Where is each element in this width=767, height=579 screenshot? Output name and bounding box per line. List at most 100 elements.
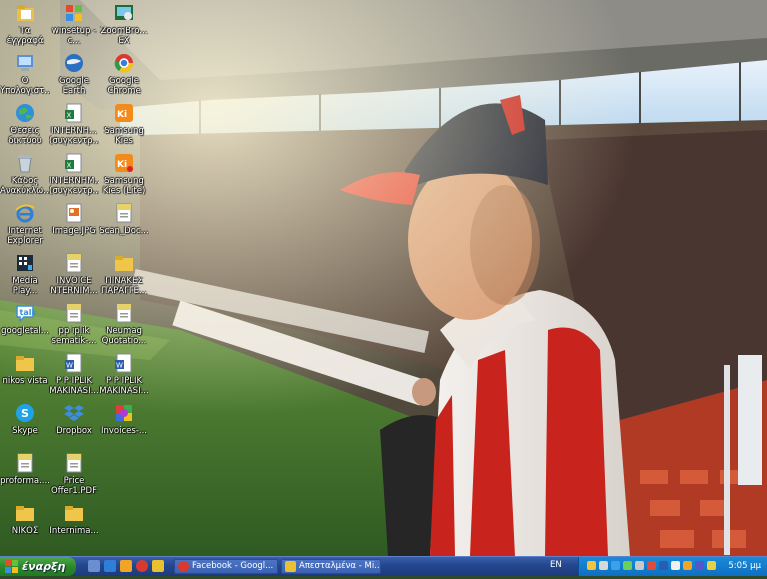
word-file-icon: W: [113, 352, 135, 374]
desktop-icon-label: Media Play...: [12, 276, 38, 296]
desktop-icon-internima[interactable]: Internima...: [49, 502, 99, 536]
tray-volume-icon[interactable]: [635, 561, 644, 570]
windows-flag-icon: [5, 560, 18, 573]
desktop-icon-dropbox[interactable]: Dropbox: [49, 402, 99, 436]
desktop-icon-nikos[interactable]: ΝΙΚΟΣ: [0, 502, 50, 536]
internet-explorer-icon[interactable]: [104, 560, 116, 572]
pdf-file-icon: [14, 452, 36, 474]
google-earth-icon: [63, 52, 85, 74]
desktop-icon-label: INVOICE NTERNIM...: [50, 276, 98, 296]
system-tray: 5:05 μμ: [578, 557, 767, 576]
desktop-icon-internet-doc-1[interactable]: X INTERNH... (συγκεντρ...: [49, 102, 99, 146]
task-button-label: Απεσταλμένα - Mi...: [299, 561, 381, 571]
folder-icon: [63, 502, 85, 524]
desktop-icon-label: Invoices-...: [101, 426, 147, 436]
desktop-icon-label: googletal...: [1, 326, 49, 336]
tray-antivirus-icon[interactable]: [647, 561, 656, 570]
desktop-icon-pp-iplik-makinasi-2[interactable]: W P P IPLIK MAKINASI...: [99, 352, 149, 396]
desktop-icon-pp-iplik-sematik[interactable]: pp iplik sematik-...: [49, 302, 99, 346]
desktop-icon-my-documents[interactable]: Τα έγγραφά μου: [0, 2, 50, 46]
media-player-icon[interactable]: [120, 560, 132, 572]
folder-icon: [113, 252, 135, 274]
svg-text:Ki: Ki: [117, 110, 127, 120]
desktop-icon-pp-iplik-makinasi-1[interactable]: W P P IPLIK MAKINASI...: [49, 352, 99, 396]
desktop-icon-label: Scan_Doc...: [99, 226, 149, 236]
invoices-app-icon: [113, 402, 135, 424]
desktop-icon-neumag-quotation[interactable]: Neumag Quotatio...: [99, 302, 149, 346]
desktop-icon-label: pp iplik sematik-...: [51, 326, 97, 346]
tray-folder-icon[interactable]: [587, 561, 596, 570]
desktop-icon-label: Dropbox: [56, 426, 92, 436]
desktop-icon-label: P P IPLIK MAKINASI...: [49, 376, 99, 396]
desktop-icon-label: ΠΙΝΑΚΕΣ ΠΑΡΑΓΓΕ...: [100, 276, 148, 296]
folder-documents-icon: [14, 2, 36, 24]
desktop-icon-internet-explorer[interactable]: Internet Explorer: [0, 202, 50, 246]
desktop-icon-samsung-kies-lite[interactable]: Ki Samsung Kies (Lite): [99, 152, 149, 196]
desktop-icon-invoices[interactable]: Invoices-...: [99, 402, 149, 436]
desktop-icon-pinakes[interactable]: ΠΙΝΑΚΕΣ ΠΑΡΑΓΓΕ...: [99, 252, 149, 296]
desktop-icon-label: P P IPLIK MAKINASI...: [99, 376, 149, 396]
tray-bluetooth-icon[interactable]: [695, 561, 704, 570]
taskbar-clock[interactable]: 5:05 μμ: [728, 561, 761, 571]
desktop-icon-price-offer[interactable]: Price Offer1.PDF: [49, 452, 99, 496]
language-indicator[interactable]: EN: [550, 560, 562, 570]
desktop-icon-label: ΝΙΚΟΣ: [11, 526, 39, 536]
samsung-kies-icon: Ki: [113, 102, 135, 124]
desktop-icon-googletalk[interactable]: talk googletal...: [0, 302, 50, 336]
tray-safely-remove-icon[interactable]: [671, 561, 680, 570]
folder-icon: [14, 352, 36, 374]
desktop-icon-label: Ο Υπολογιστ...: [0, 76, 50, 96]
dropbox-icon: [63, 402, 85, 424]
internet-explorer-icon: [14, 202, 36, 224]
desktop-icon-network-places[interactable]: Θέσεις δικτύου: [0, 102, 50, 146]
desktop-icon-image-jpg[interactable]: Image.JPG: [49, 202, 99, 236]
desktop-icon-samsung-kies[interactable]: Ki Samsung Kies: [99, 102, 149, 146]
tray-update-icon[interactable]: [707, 561, 716, 570]
tray-kies-icon[interactable]: [683, 561, 692, 570]
chrome-icon[interactable]: [136, 560, 148, 572]
desktop-icon-internet-doc-2[interactable]: X INTERNHM... (συγκεντρ...: [49, 152, 99, 196]
svg-text:X: X: [67, 112, 72, 120]
desktop-icon-nikos-vista[interactable]: nikos vista: [0, 352, 50, 386]
task-button-outlook-sent[interactable]: Απεσταλμένα - Mi...: [281, 559, 381, 574]
desktop-icon-google-earth[interactable]: Google Earth: [49, 52, 99, 96]
desktop-icon-recycle-bin[interactable]: Κάδος Ανακύκλω...: [0, 152, 50, 196]
show-desktop-icon[interactable]: [88, 560, 100, 572]
desktop-icon-label: Google Earth: [59, 76, 89, 96]
desktop-icon-google-chrome[interactable]: Google Chrome: [99, 52, 149, 96]
folder-icon: [14, 502, 36, 524]
outlook-icon[interactable]: [152, 560, 164, 572]
desktop-icon-label: Skype: [12, 426, 38, 436]
media-player-icon: [14, 252, 36, 274]
network-globe-icon: [14, 102, 36, 124]
tray-skype-icon[interactable]: [611, 561, 620, 570]
word-file-icon: W: [63, 352, 85, 374]
tray-document-icon[interactable]: [599, 561, 608, 570]
samsung-kies-icon: Ki: [113, 152, 135, 174]
desktop-icon-label: Θέσεις δικτύου: [8, 126, 42, 146]
tray-network-icon[interactable]: [623, 561, 632, 570]
excel-file-icon: X: [63, 102, 85, 124]
task-button-facebook-chrome[interactable]: Facebook - Googl...: [174, 559, 278, 574]
start-button[interactable]: έναρξη: [0, 557, 76, 576]
tray-dropbox-icon[interactable]: [659, 561, 668, 570]
desktop-icon-my-computer[interactable]: Ο Υπολογιστ...: [0, 52, 50, 96]
desktop-icon-proforma[interactable]: proforma....: [0, 452, 50, 486]
chrome-icon: [113, 52, 135, 74]
svg-text:X: X: [67, 162, 72, 170]
zoombrowser-icon: [113, 2, 135, 24]
desktop-icon-label: Samsung Kies: [104, 126, 144, 146]
desktop-icon-media-player[interactable]: Media Play...: [0, 252, 50, 296]
start-label: έναρξη: [22, 560, 66, 573]
svg-text:W: W: [116, 362, 123, 370]
recycle-bin-icon: [14, 152, 36, 174]
svg-text:W: W: [66, 362, 73, 370]
desktop-icon-zoombrowser[interactable]: ZoomBro... EX: [99, 2, 149, 46]
desktop-icon-label: Τα έγγραφά μου: [6, 26, 44, 46]
desktop-icon-label: Κάδος Ανακύκλω...: [0, 176, 50, 196]
desktop-icon-winsetup[interactable]: winsetup -c...: [49, 2, 99, 46]
desktop-icon-invoice-internim[interactable]: INVOICE NTERNIM...: [49, 252, 99, 296]
desktop-icon-scan-doc[interactable]: Scan_Doc...: [99, 202, 149, 236]
desktop-icon-skype[interactable]: S Skype: [0, 402, 50, 436]
excel-file-icon: X: [63, 152, 85, 174]
